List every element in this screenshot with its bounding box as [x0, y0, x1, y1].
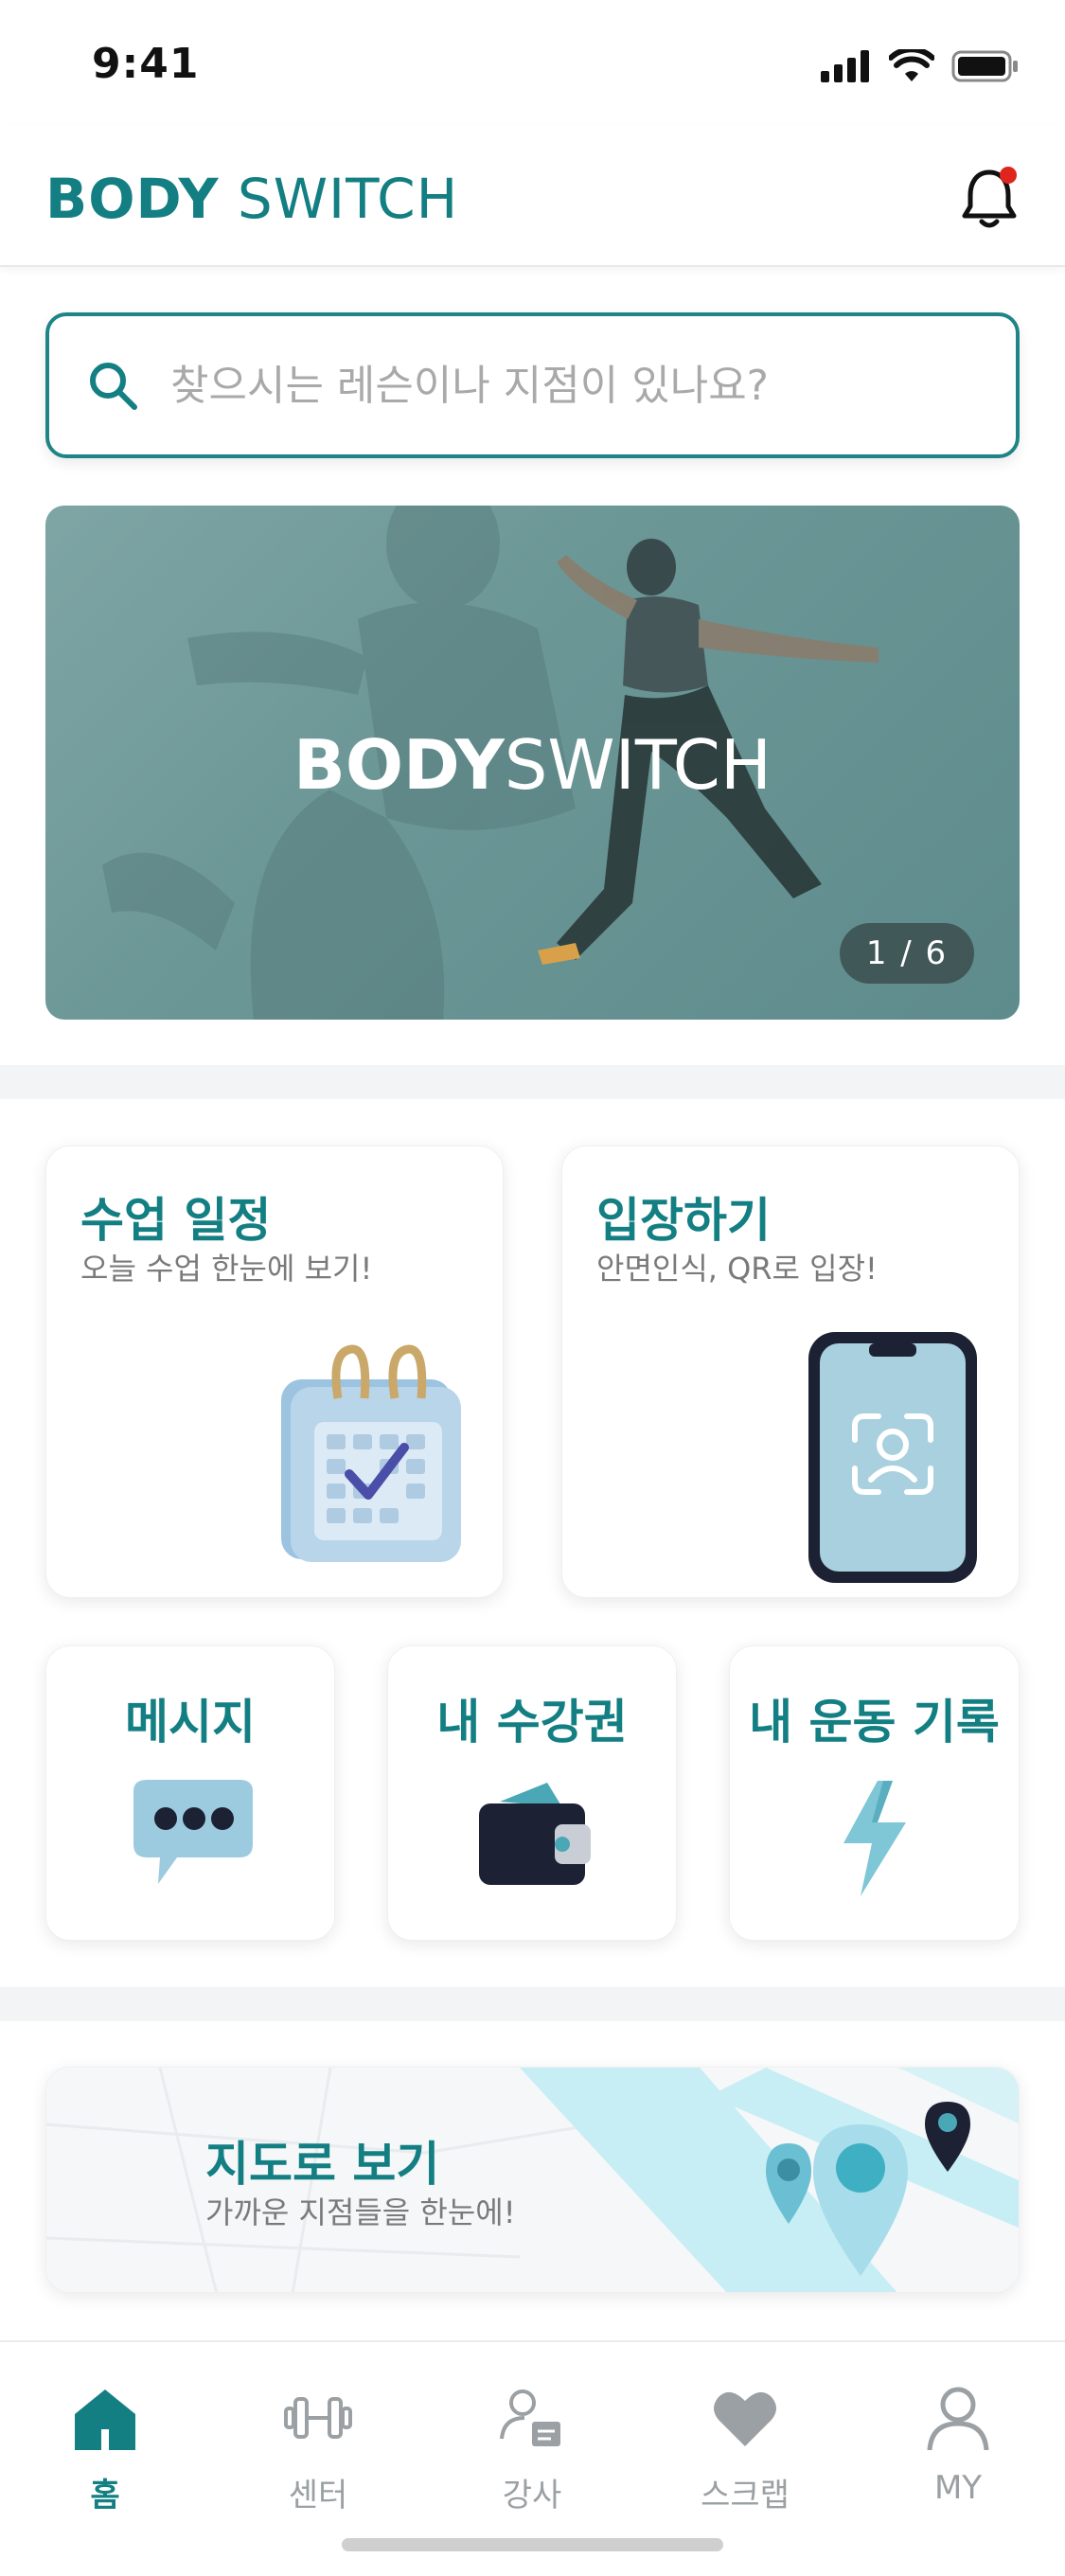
status-time: 9:41 — [92, 40, 200, 88]
banner-title: BODYSWITCH — [45, 725, 1020, 805]
map-card-subtitle: 가까운 지점들을 한눈에! — [205, 2194, 516, 2230]
message-card[interactable]: 메시지 — [45, 1645, 335, 1941]
section-divider — [0, 1987, 1065, 2021]
nav-home-label: 홈 — [90, 2477, 120, 2514]
location-pin-icon — [766, 2102, 970, 2276]
search-icon — [90, 363, 137, 410]
search-input[interactable] — [170, 361, 947, 410]
banner-title-bold: BODY — [293, 725, 505, 805]
app-header: BODY SWITCH — [0, 125, 1065, 267]
nav-instructor-label: 강사 — [502, 2477, 562, 2514]
map-card-title: 지도로 보기 — [205, 2137, 440, 2192]
notification-bell-icon[interactable] — [959, 165, 1020, 231]
nav-my[interactable]: MY — [887, 2380, 1029, 2507]
nav-scrap-label: 스크랩 — [701, 2477, 790, 2514]
status-icons — [821, 49, 1020, 83]
entry-card-subtitle: 안면인식, QR로 입장! — [596, 1251, 878, 1287]
calendar-icon — [281, 1344, 461, 1562]
status-bar: 9:41 — [0, 0, 1065, 125]
pass-card-title: 내 수강권 — [436, 1695, 628, 1750]
search-bar[interactable] — [45, 312, 1020, 458]
smartphone-face-id-icon — [808, 1332, 977, 1583]
wifi-icon — [889, 49, 934, 81]
home-indicator — [342, 2538, 723, 2551]
nav-instructor[interactable]: 강사 — [461, 2380, 603, 2515]
logo-bold-text: BODY — [45, 167, 220, 231]
app-logo[interactable]: BODY SWITCH — [45, 167, 458, 231]
banner-title-light: SWITCH — [504, 725, 772, 805]
message-card-title: 메시지 — [125, 1695, 256, 1750]
battery-icon — [951, 50, 1018, 82]
nav-center[interactable]: 센터 — [247, 2380, 389, 2515]
schedule-card-title: 수업 일정 — [80, 1193, 272, 1248]
entry-card-title: 입장하기 — [596, 1193, 771, 1248]
lightning-icon — [843, 1781, 906, 1896]
record-card-title: 내 운동 기록 — [749, 1695, 1000, 1750]
nav-home[interactable]: 홈 — [34, 2380, 176, 2515]
record-card[interactable]: 내 운동 기록 — [729, 1645, 1020, 1941]
section-divider — [0, 1065, 1065, 1099]
logo-light-text: SWITCH — [237, 167, 459, 231]
user-icon — [927, 2387, 989, 2451]
home-icon — [75, 2389, 135, 2450]
nav-scrap[interactable]: 스크랩 — [674, 2380, 816, 2515]
bottom-nav: 홈 센터 강사 스크랩 MY — [0, 2340, 1065, 2576]
entry-card[interactable]: 입장하기 안면인식, QR로 입장! — [561, 1146, 1020, 1598]
nav-center-label: 센터 — [288, 2477, 348, 2514]
nav-my-label: MY — [933, 2469, 983, 2507]
chat-bubble-icon — [133, 1780, 253, 1884]
pass-card[interactable]: 내 수강권 — [387, 1645, 677, 1941]
signal-icon — [821, 50, 869, 82]
schedule-card[interactable]: 수업 일정 오늘 수업 한눈에 보기! — [45, 1146, 504, 1598]
heart-icon — [714, 2391, 776, 2446]
schedule-card-subtitle: 오늘 수업 한눈에 보기! — [80, 1251, 373, 1287]
wallet-icon — [479, 1783, 591, 1885]
promo-banner[interactable]: BODYSWITCH 1 / 6 — [45, 506, 1020, 1020]
dumbbell-icon — [284, 2397, 352, 2439]
map-card[interactable]: 지도로 보기 가까운 지점들을 한눈에! — [45, 2067, 1020, 2293]
instructor-icon — [500, 2389, 560, 2446]
banner-pager: 1 / 6 — [840, 923, 974, 984]
